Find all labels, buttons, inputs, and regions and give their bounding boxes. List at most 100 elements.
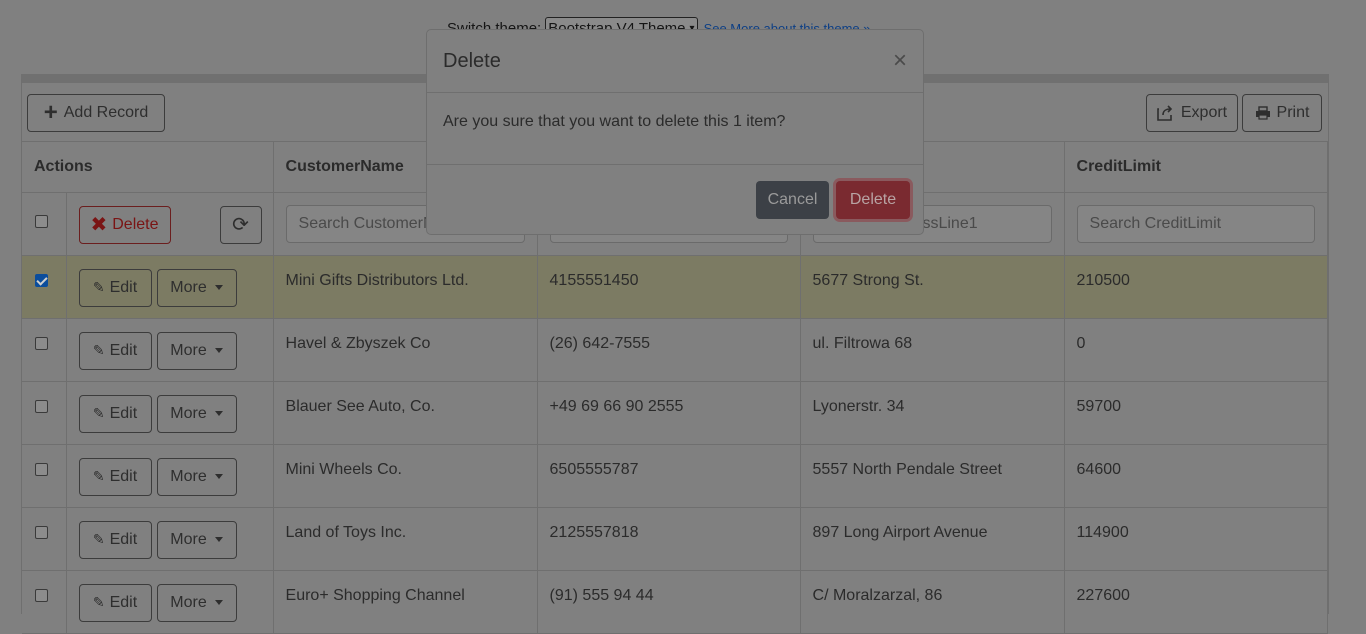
cell-credit-limit: 114900 (1064, 507, 1329, 571)
cell-customer-name: Mini Gifts Distributors Ltd. (273, 255, 538, 319)
print-button[interactable]: Print (1242, 94, 1322, 132)
cell-customer-name: Mini Wheels Co. (273, 444, 538, 508)
row-actions-cell: ✎ Edit More (66, 318, 274, 382)
cell-phone: (26) 642-7555 (537, 318, 801, 382)
cancel-button[interactable]: Cancel (756, 181, 829, 219)
row-checkbox[interactable] (35, 273, 48, 287)
export-icon (1157, 105, 1173, 121)
cell-phone: (91) 555 94 44 (537, 570, 801, 634)
more-label: More (170, 404, 207, 422)
table-row[interactable]: ✎ Edit More Mini Wheels Co. 6505555787 55… (22, 444, 1329, 508)
more-label: More (170, 278, 207, 296)
cell-customer-name: Land of Toys Inc. (273, 507, 538, 571)
filter-credit-cell: Search CreditLimit (1064, 192, 1329, 256)
row-checkbox[interactable] (35, 525, 48, 539)
modal-message: Are you sure that you want to delete thi… (427, 93, 923, 165)
row-checkbox[interactable] (35, 462, 48, 476)
edit-button[interactable]: ✎ Edit (78, 394, 152, 433)
print-label: Print (1276, 104, 1310, 121)
table-row[interactable]: ✎ Edit More Euro+ Shopping Channel (91) 5… (22, 570, 1329, 634)
edit-button[interactable]: ✎ Edit (78, 457, 152, 496)
row-checkbox[interactable] (35, 336, 48, 350)
edit-label: Edit (109, 593, 138, 611)
cell-phone: +49 69 66 90 2555 (537, 381, 801, 445)
pencil-icon: ✎ (92, 531, 105, 547)
export-button[interactable]: Export (1146, 94, 1238, 132)
cell-address: 897 Long Airport Avenue (800, 507, 1065, 571)
confirm-delete-button[interactable]: Delete (836, 181, 910, 219)
cell-address: C/ Moralzarzal, 86 (800, 570, 1065, 634)
row-actions-cell: ✎ Edit More (66, 444, 274, 508)
row-check-cell (22, 444, 67, 508)
caret-down-icon (214, 474, 223, 479)
row-actions-cell: ✎ Edit More (66, 381, 274, 445)
cell-credit-limit: 64600 (1064, 444, 1329, 508)
edit-button[interactable]: ✎ Edit (78, 331, 152, 370)
edit-button[interactable]: ✎ Edit (78, 520, 152, 559)
caret-down-icon (214, 537, 223, 542)
more-label: More (170, 593, 207, 611)
pencil-icon: ✎ (92, 342, 105, 358)
header-credit-limit[interactable]: CreditLimit (1064, 142, 1329, 193)
row-check-cell (22, 570, 67, 634)
table-row[interactable]: ✎ Edit More Havel & Zbyszek Co (26) 642-7… (22, 318, 1329, 382)
cell-customer-name: Havel & Zbyszek Co (273, 318, 538, 382)
cell-address: 5677 Strong St. (800, 255, 1065, 319)
delete-confirm-modal: Delete × Are you sure that you want to d… (426, 29, 924, 235)
table-row[interactable]: ✎ Edit More Land of Toys Inc. 2125557818 … (22, 507, 1329, 571)
more-button[interactable]: More (156, 331, 237, 370)
cell-phone: 4155551450 (537, 255, 801, 319)
row-check-cell (22, 255, 67, 319)
more-label: More (170, 341, 207, 359)
cell-address: Lyonerstr. 34 (800, 381, 1065, 445)
cell-credit-limit: 0 (1064, 318, 1329, 382)
caret-down-icon (214, 285, 223, 290)
cell-credit-limit: 210500 (1064, 255, 1329, 319)
pencil-icon: ✎ (92, 468, 105, 484)
search-credit-limit-input[interactable]: Search CreditLimit (1076, 204, 1315, 243)
pencil-icon: ✎ (92, 405, 105, 421)
refresh-button[interactable]: ⟳ (219, 205, 262, 244)
edit-label: Edit (109, 530, 138, 548)
row-actions-cell: ✎ Edit More (66, 570, 274, 634)
select-all-checkbox[interactable] (35, 214, 48, 228)
row-checkbox[interactable] (35, 399, 48, 413)
more-button[interactable]: More (156, 457, 237, 496)
edit-label: Edit (109, 467, 138, 485)
more-label: More (170, 530, 207, 548)
edit-button[interactable]: ✎ Edit (78, 268, 152, 307)
modal-title: Delete (443, 49, 501, 72)
more-button[interactable]: More (156, 268, 237, 307)
add-record-button[interactable]: + Add Record (27, 94, 165, 132)
caret-down-icon (214, 348, 223, 353)
more-button[interactable]: More (156, 583, 237, 622)
row-check-cell (22, 381, 67, 445)
table-row[interactable]: ✎ Edit More Blauer See Auto, Co. +49 69 6… (22, 381, 1329, 445)
select-all-cell (22, 192, 67, 256)
modal-header: Delete × (427, 30, 923, 93)
header-actions: Actions (22, 142, 274, 193)
row-actions-cell: ✎ Edit More (66, 255, 274, 319)
more-button[interactable]: More (156, 520, 237, 559)
printer-icon (1255, 106, 1270, 120)
cell-phone: 2125557818 (537, 507, 801, 571)
row-check-cell (22, 318, 67, 382)
edit-button[interactable]: ✎ Edit (78, 583, 152, 622)
cell-customer-name: Euro+ Shopping Channel (273, 570, 538, 634)
more-button[interactable]: More (156, 394, 237, 433)
delete-selected-label: Delete (112, 215, 159, 233)
export-label: Export (1180, 104, 1228, 121)
add-record-label: Add Record (63, 104, 149, 121)
row-checkbox[interactable] (35, 588, 48, 602)
caret-down-icon (214, 411, 223, 416)
pencil-icon: ✎ (92, 279, 105, 295)
close-icon[interactable]: × (893, 49, 907, 73)
caret-down-icon (214, 600, 223, 605)
delete-selected-button[interactable]: ✖ Delete (78, 205, 171, 244)
filter-actions-cell: ✖ Delete ⟳ (66, 192, 274, 256)
table-row[interactable]: ✎ Edit More Mini Gifts Distributors Ltd. … (22, 255, 1329, 319)
row-check-cell (22, 507, 67, 571)
refresh-icon: ⟳ (232, 214, 249, 236)
close-icon: ✖ (90, 214, 108, 236)
cell-address: ul. Filtrowa 68 (800, 318, 1065, 382)
